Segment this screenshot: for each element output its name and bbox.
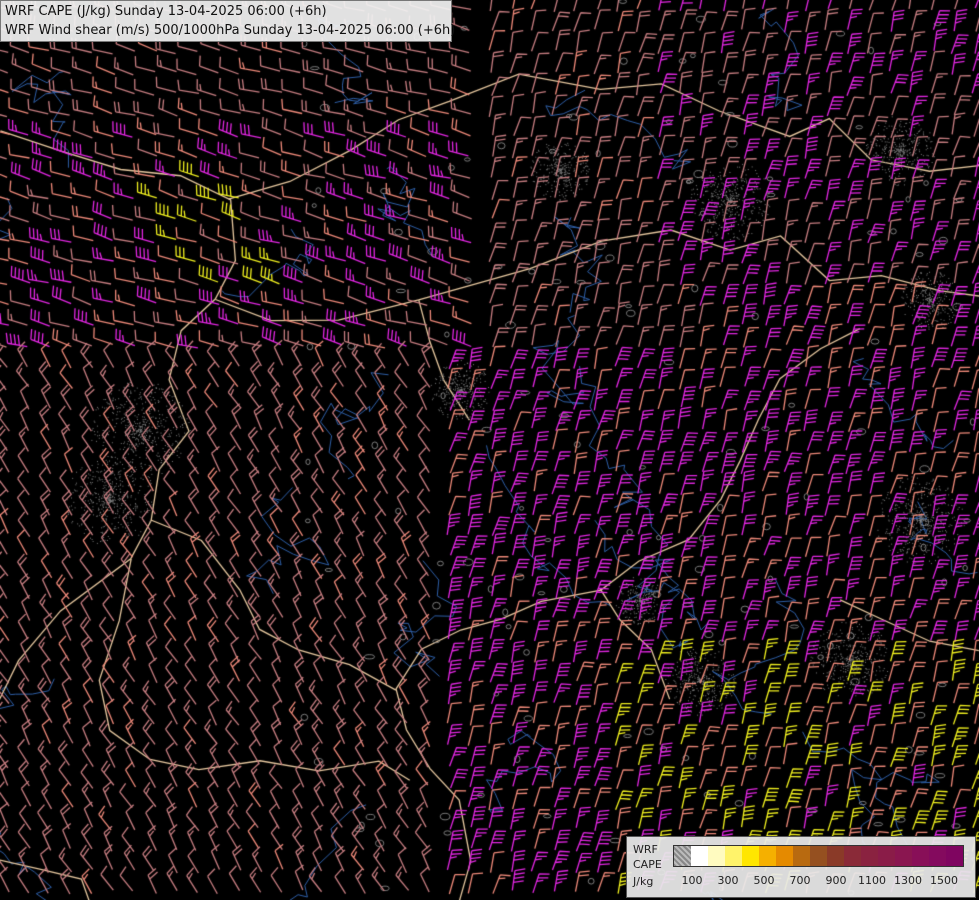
legend-swatch [674,846,691,866]
legend-tick-label: 100 [681,874,703,887]
legend-swatch [946,846,963,866]
legend-swatch [912,846,929,866]
wind-shear-title: WRF Wind shear (m/s) 500/1000hPa Sunday … [5,23,456,38]
legend-model-label: WRF [633,843,658,856]
cape-title: WRF CAPE (J/kg) Sunday 13-04-2025 06:00 … [5,4,327,19]
legend-tick-label: 500 [753,874,775,887]
legend-tick-label: 900 [825,874,847,887]
legend-ticks: 100 300 500 700 900 1100 1300 1500 [627,874,977,888]
legend-swatch [878,846,895,866]
legend-tick-label: 1100 [858,874,886,887]
legend-swatch [861,846,878,866]
legend-swatch [827,846,844,866]
cape-legend: WRF CAPE J/kg 100 300 500 700 900 1100 1300 150… [626,836,976,898]
legend-tick-label: 700 [789,874,811,887]
legend-swatch [742,846,759,866]
legend-swatch [793,846,810,866]
legend-swatch [895,846,912,866]
legend-swatch [776,846,793,866]
legend-swatch [708,846,725,866]
legend-swatch [844,846,861,866]
legend-color-scale [673,845,964,867]
legend-swatch [691,846,708,866]
legend-swatch [759,846,776,866]
legend-swatch [725,846,742,866]
legend-variable-label: CAPE [633,858,662,871]
legend-tick-label: 300 [717,874,739,887]
legend-tick-label: 1500 [930,874,958,887]
legend-swatch [929,846,946,866]
weather-map [0,0,979,900]
map-title-box: WRF CAPE (J/kg) Sunday 13-04-2025 06:00 … [0,0,456,42]
legend-tick-label: 1300 [894,874,922,887]
legend-swatch [810,846,827,866]
